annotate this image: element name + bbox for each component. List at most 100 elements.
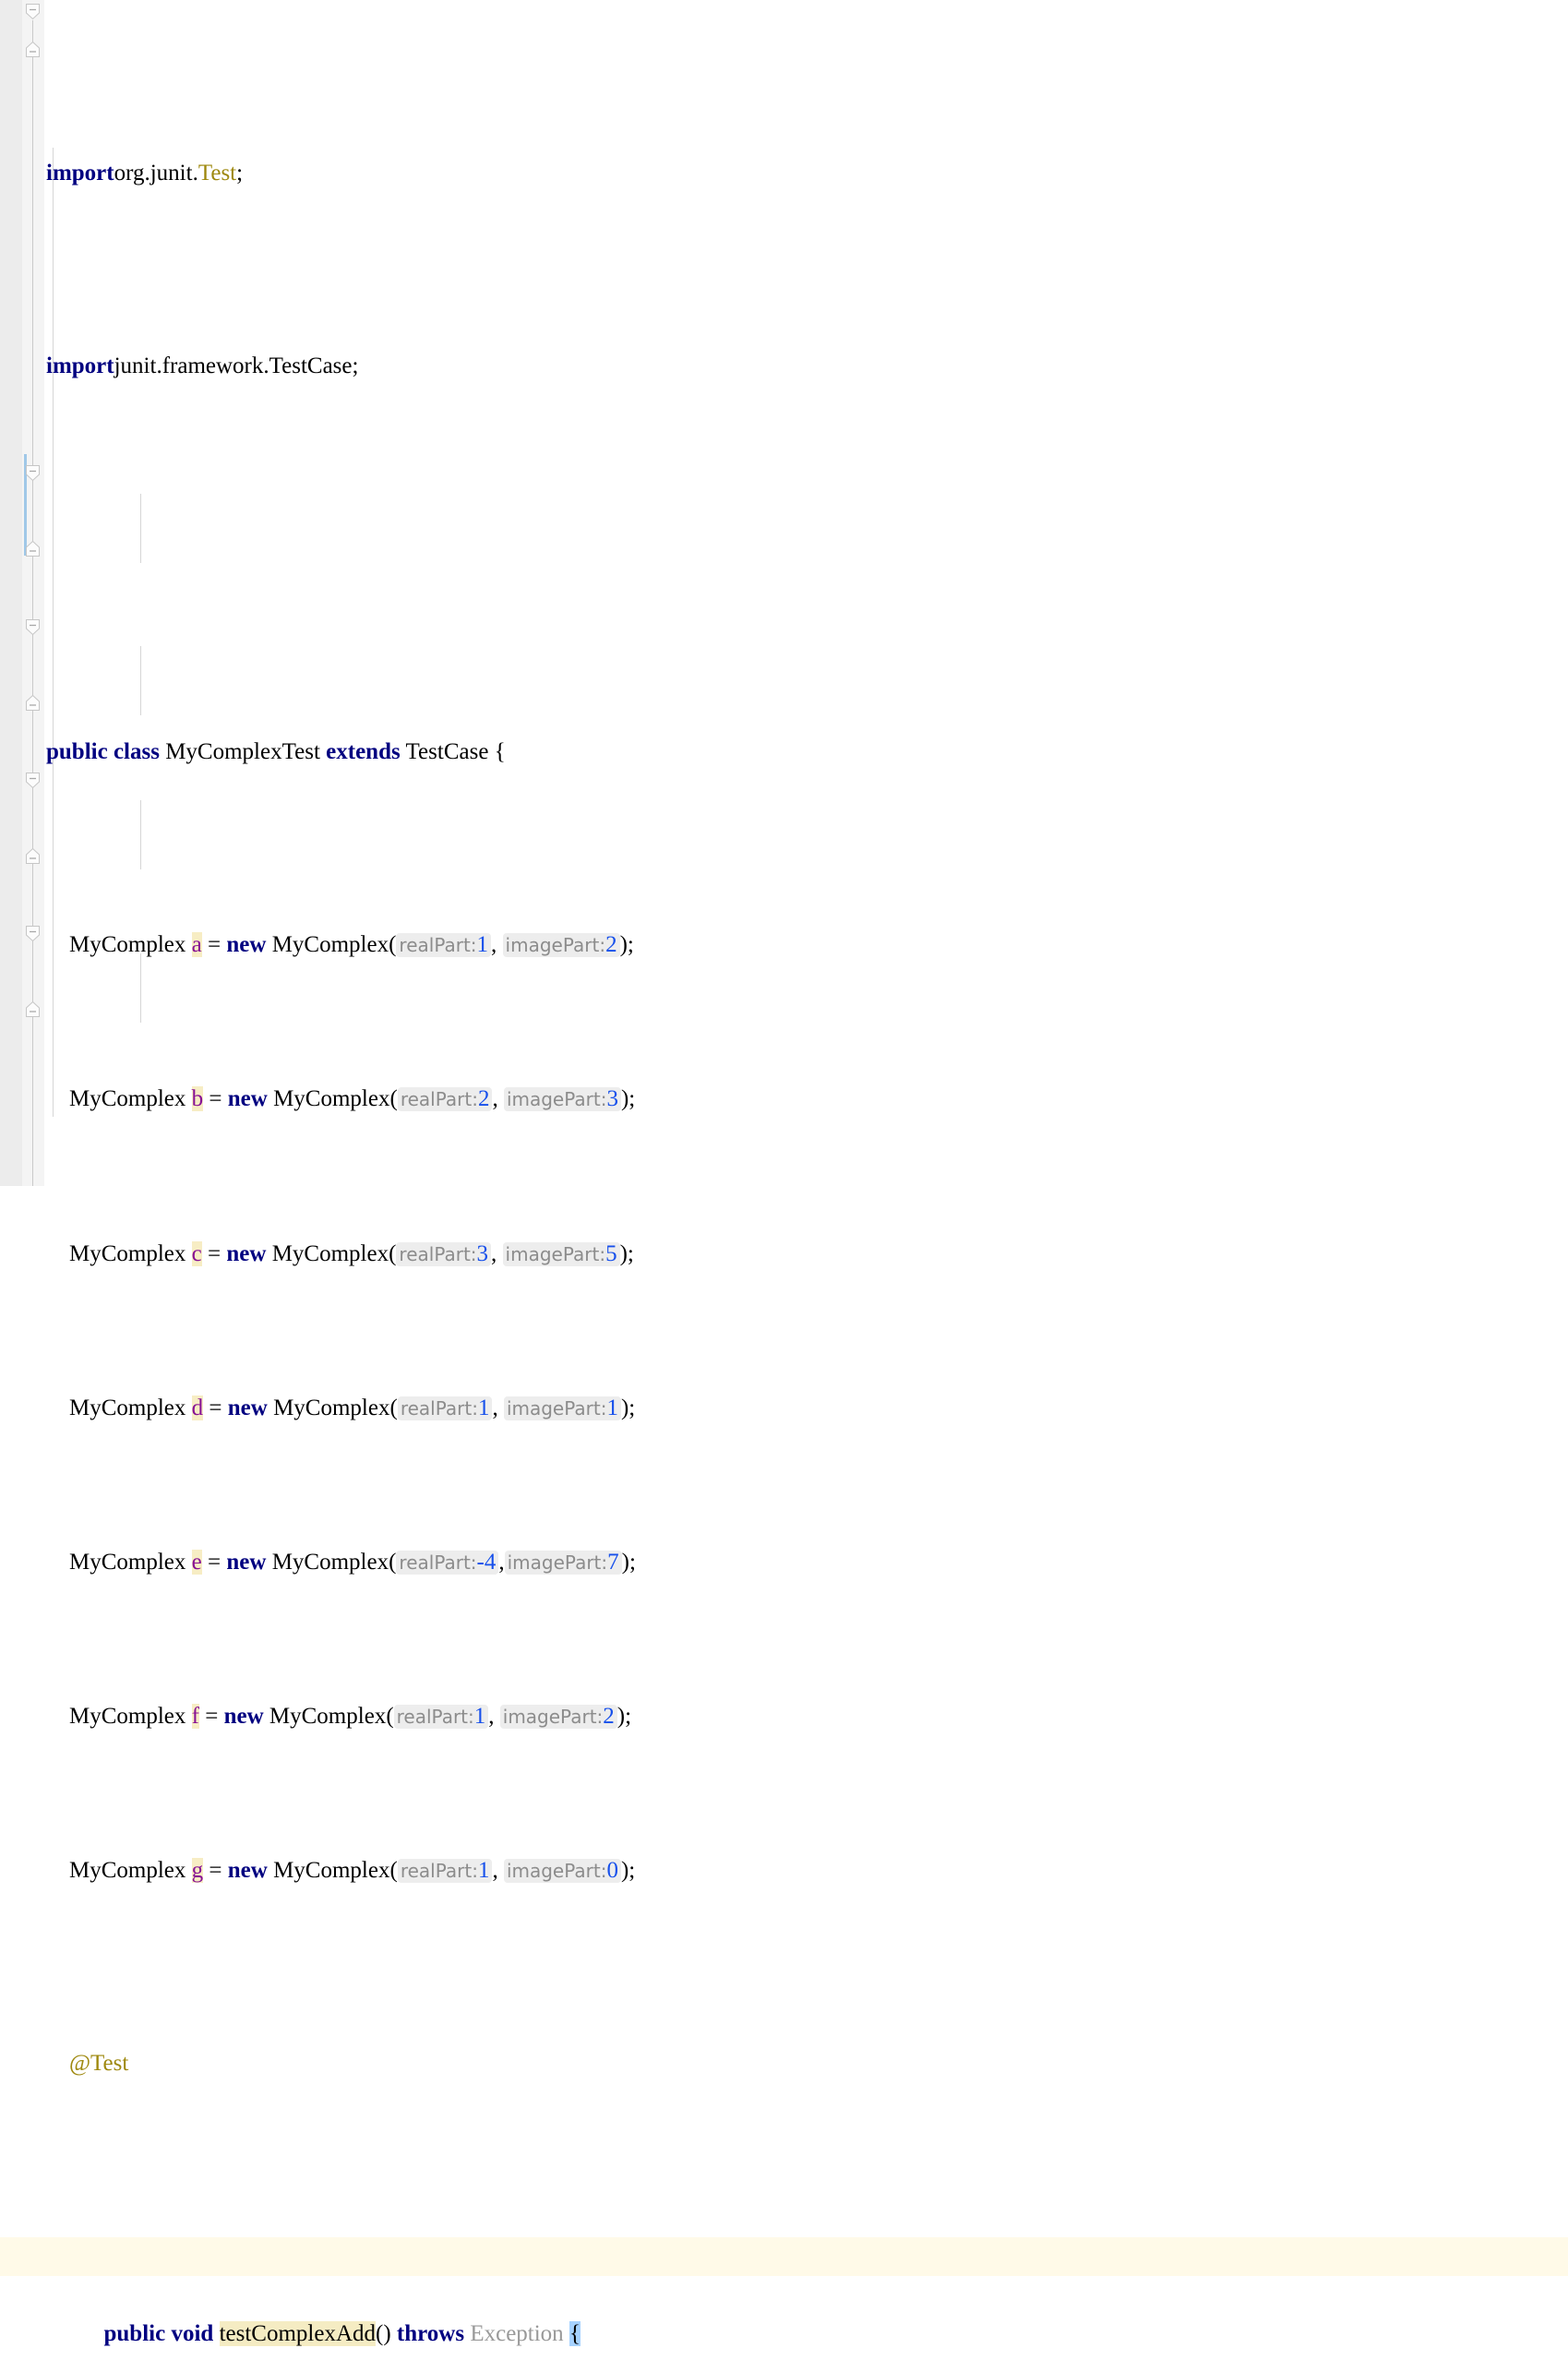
code-line[interactable]: MyComplex b = new MyComplex(realPart:2, … — [44, 1080, 1568, 1119]
inlay-hint-realpart: realPart:1 — [398, 1396, 493, 1420]
constructor-name: MyComplex — [272, 1241, 389, 1266]
field-name: d — [192, 1396, 204, 1420]
open-brace: { — [488, 739, 505, 764]
imagepart-value: 1 — [606, 1396, 618, 1420]
code-line[interactable]: public class MyComplexTest extends TestC… — [44, 733, 1568, 772]
indent-guide-class-body — [53, 148, 54, 1117]
fold-open-icon[interactable] — [24, 925, 42, 942]
keyword-new: new — [228, 1396, 268, 1420]
code-line[interactable]: MyComplex a = new MyComplex(realPart:1, … — [44, 926, 1568, 964]
fold-open-icon[interactable] — [24, 772, 42, 789]
fold-open-icon[interactable] — [24, 464, 42, 482]
code-editor[interactable]: importorg.junit.Test; importjunit.framew… — [0, 0, 1568, 1186]
matched-open-brace: { — [569, 2321, 581, 2346]
constructor-name: MyComplex — [273, 1086, 389, 1111]
constructor-name: MyComplex — [269, 1704, 386, 1729]
inlay-hint-imagepart: imagePart:1 — [504, 1396, 621, 1420]
field-type: MyComplex — [69, 1396, 186, 1420]
constructor-name: MyComplex — [273, 1858, 389, 1883]
caret-row-highlight — [0, 2237, 1568, 2276]
field-name: e — [192, 1550, 202, 1575]
code-line[interactable]: MyComplex g = new MyComplex(realPart:1, … — [44, 1851, 1568, 1890]
keyword-extends: extends — [326, 739, 401, 764]
constructor-name: MyComplex — [272, 932, 389, 957]
field-type: MyComplex — [69, 1858, 186, 1883]
keyword-new: new — [226, 932, 266, 957]
method-name-testcomplexadd: testComplexAdd — [220, 2321, 376, 2346]
inlay-hint-realpart: realPart:1 — [396, 933, 491, 957]
keyword-public: public — [46, 739, 108, 764]
code-line-blank[interactable] — [44, 540, 1568, 579]
fold-end-icon[interactable] — [24, 847, 42, 865]
inlay-hint-realpart: realPart:2 — [398, 1087, 493, 1111]
code-line[interactable]: MyComplex d = new MyComplex(realPart:1, … — [44, 1389, 1568, 1428]
fold-open-icon[interactable] — [24, 3, 42, 20]
code-line[interactable]: MyComplex c = new MyComplex(realPart:3, … — [44, 1235, 1568, 1274]
inlay-hint-realpart: realPart:1 — [398, 1859, 493, 1883]
annotation-test: @Test — [69, 2051, 128, 2076]
field-name: b — [192, 1086, 204, 1111]
inlay-hint-imagepart: imagePart:5 — [503, 1242, 620, 1266]
field-type: MyComplex — [69, 1550, 186, 1575]
fold-end-icon[interactable] — [24, 41, 42, 58]
indent-guide-method-body — [140, 646, 141, 715]
type-exception: Exception — [470, 2321, 563, 2346]
field-type: MyComplex — [69, 1086, 186, 1111]
realpart-value: 1 — [474, 1704, 486, 1729]
inlay-hint-imagepart: imagePart:3 — [504, 1087, 621, 1111]
code-content[interactable]: importorg.junit.Test; importjunit.framew… — [44, 0, 1568, 1186]
keyword-new: new — [226, 1241, 266, 1266]
imagepart-value: 2 — [605, 932, 617, 957]
import-class: Test — [198, 161, 236, 186]
superclass-name: TestCase — [406, 739, 489, 764]
fold-end-icon[interactable] — [24, 540, 42, 557]
field-type: MyComplex — [69, 1704, 186, 1729]
code-line[interactable]: MyComplex f = new MyComplex(realPart:1, … — [44, 1697, 1568, 1736]
code-line[interactable]: MyComplex e = new MyComplex(realPart:-4,… — [44, 1543, 1568, 1582]
editor-gutter[interactable] — [0, 0, 23, 1186]
inlay-hint-imagepart: imagePart:7 — [505, 1551, 622, 1575]
fold-open-icon[interactable] — [24, 618, 42, 636]
realpart-value: -4 — [477, 1550, 497, 1575]
inlay-hint-imagepart: imagePart:2 — [503, 933, 620, 957]
keyword-import: import — [46, 353, 114, 378]
field-type: MyComplex — [69, 932, 186, 957]
realpart-value: 1 — [477, 932, 489, 957]
imagepart-value: 3 — [606, 1086, 618, 1111]
code-line[interactable]: @Test — [44, 2044, 1568, 2083]
keyword-new: new — [228, 1858, 268, 1883]
field-name: c — [192, 1241, 202, 1266]
field-name: g — [192, 1858, 204, 1883]
keyword-void: void — [171, 2321, 213, 2346]
indent-guide-method-body — [140, 494, 141, 563]
constructor-name: MyComplex — [273, 1396, 389, 1420]
keyword-class: class — [114, 739, 160, 764]
keyword-import: import — [46, 161, 114, 186]
keyword-new: new — [226, 1550, 266, 1575]
imagepart-value: 7 — [607, 1550, 619, 1575]
inlay-hint-imagepart: imagePart:2 — [500, 1705, 617, 1729]
imagepart-value: 5 — [605, 1241, 617, 1266]
realpart-value: 1 — [478, 1396, 490, 1420]
inlay-hint-realpart: realPart:3 — [396, 1242, 491, 1266]
keyword-throws: throws — [397, 2321, 464, 2346]
imagepart-value: 0 — [606, 1858, 618, 1883]
code-line-caret[interactable]: public void testComplexAdd() throws Exce… — [44, 2237, 1568, 2276]
keyword-new: new — [224, 1704, 264, 1729]
field-name: f — [192, 1704, 199, 1729]
inlay-hint-realpart: realPart:-4 — [396, 1551, 498, 1575]
realpart-value: 2 — [478, 1086, 490, 1111]
inlay-hint-imagepart: imagePart:0 — [504, 1859, 621, 1883]
semicolon: ; — [236, 161, 243, 186]
fold-end-icon[interactable] — [24, 694, 42, 712]
import-path: org.junit. — [114, 161, 198, 186]
field-name: a — [192, 932, 202, 957]
keyword-new: new — [228, 1086, 268, 1111]
code-line[interactable]: importjunit.framework.TestCase; — [44, 347, 1568, 386]
fold-end-icon[interactable] — [24, 1000, 42, 1018]
import-path: junit.framework.TestCase; — [114, 353, 359, 378]
inlay-hint-realpart: realPart:1 — [394, 1705, 489, 1729]
code-line[interactable]: importorg.junit.Test; — [44, 154, 1568, 193]
constructor-name: MyComplex — [272, 1550, 389, 1575]
realpart-value: 1 — [478, 1858, 490, 1883]
